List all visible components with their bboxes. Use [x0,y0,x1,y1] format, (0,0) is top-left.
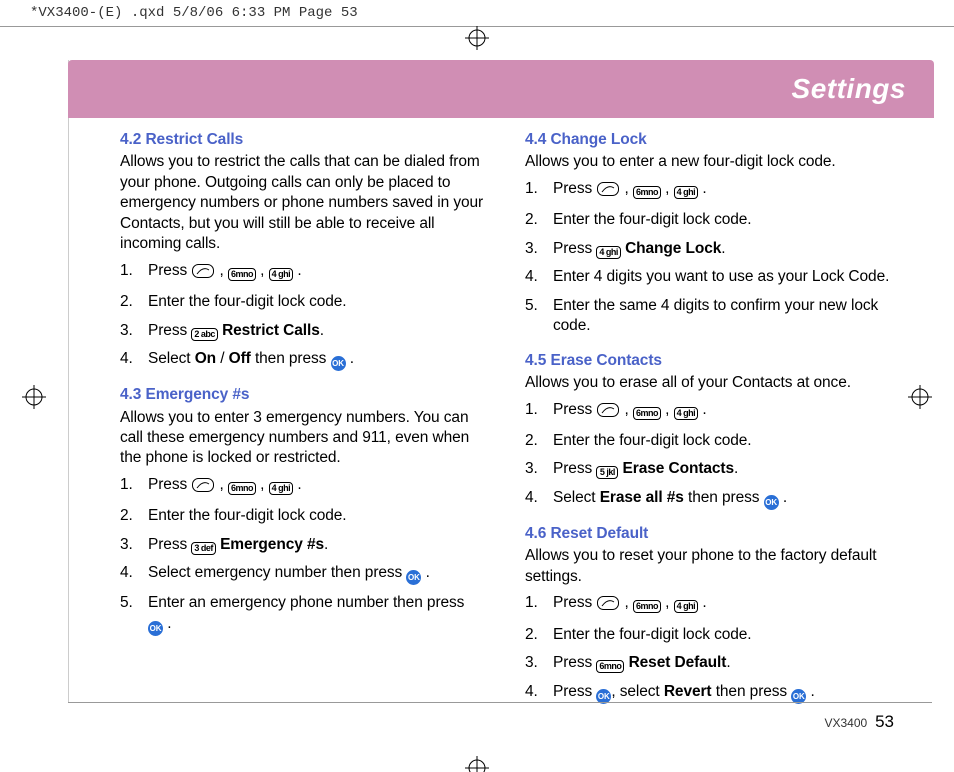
ok-key-icon: OK [764,495,779,510]
list-item: 5. Enter an emergency phone number then … [120,593,485,635]
steps-4-6: 1. Press , 6mno , 4 ghi . 2.Enter the fo… [525,593,890,703]
list-item: 4.Enter 4 digits you want to use as your… [525,267,890,287]
key-6-icon: 6mno [633,600,661,613]
key-4-icon: 4 ghi [674,186,699,199]
intro-4-3: Allows you to enter 3 emergency numbers.… [120,408,485,469]
list-item: 1. Press , 6mno , 4 ghi . [525,593,890,616]
key-4-icon: 4 ghi [674,407,699,420]
section-banner: Settings [68,60,934,118]
heading-4-6: 4.6 Reset Default [525,524,890,544]
heading-4-5: 4.5 Erase Contacts [525,351,890,371]
heading-4-2: 4.2 Restrict Calls [120,130,485,150]
list-item: 3. Press 2 abc Restrict Calls. [120,321,485,341]
menu-key-icon [597,403,619,423]
key-6-icon: 6mno [596,660,624,673]
list-item: 4. Select Erase all #s then press OK . [525,488,890,510]
list-item: 1. Press , 6mno , 4 ghi . [525,179,890,202]
list-item: 2.Enter the four-digit lock code. [120,506,485,526]
menu-key-icon [597,182,619,202]
key-5-icon: 5 jkl [596,466,618,479]
key-6-icon: 6mno [633,407,661,420]
page: *VX3400-(E) .qxd 5/8/06 6:33 PM Page 53 … [0,0,954,764]
list-item: 5.Enter the same 4 digits to confirm you… [525,296,890,337]
list-item: 1. Press , 6mno , 4 ghi . [120,261,485,284]
key-4-icon: 4 ghi [269,268,294,281]
right-column: 4.4 Change Lock Allows you to enter a ne… [525,130,890,718]
list-item: 3. Press 5 jkl Erase Contacts. [525,459,890,479]
list-item: 1. Press , 6mno , 4 ghi . [525,400,890,423]
menu-key-icon [192,264,214,284]
registration-mark-left-icon [22,385,46,409]
heading-4-3: 4.3 Emergency #s [120,385,485,405]
list-item: 4. Select emergency number then press OK… [120,563,485,585]
key-3-icon: 3 def [191,542,216,555]
key-4-icon: 4 ghi [269,482,294,495]
ok-key-icon: OK [406,570,421,585]
list-item: 2.Enter the four-digit lock code. [120,292,485,312]
footer-page-number: 53 [875,712,894,731]
list-item: 2.Enter the four-digit lock code. [525,431,890,451]
registration-mark-right-icon [908,385,932,409]
steps-4-4: 1. Press , 6mno , 4 ghi . 2.Enter the fo… [525,179,890,337]
key-6-icon: 6mno [633,186,661,199]
menu-key-icon [597,596,619,616]
key-6-icon: 6mno [228,482,256,495]
qxd-header: *VX3400-(E) .qxd 5/8/06 6:33 PM Page 53 [30,5,358,21]
menu-key-icon [192,478,214,498]
list-item: 3. Press 3 def Emergency #s. [120,535,485,555]
ok-key-icon: OK [148,621,163,636]
registration-mark-bottom-icon [465,756,489,772]
intro-4-2: Allows you to restrict the calls that ca… [120,152,485,254]
banner-title: Settings [792,73,906,105]
steps-4-2: 1. Press , 6mno , 4 ghi . 2.Enter the fo… [120,261,485,371]
ok-key-icon: OK [331,356,346,371]
left-column: 4.2 Restrict Calls Allows you to restric… [120,130,485,718]
list-item: 3. Press 6mno Reset Default. [525,653,890,673]
steps-4-5: 1. Press , 6mno , 4 ghi . 2.Enter the fo… [525,400,890,510]
list-item: 2.Enter the four-digit lock code. [525,625,890,645]
left-border [68,60,69,702]
intro-4-5: Allows you to erase all of your Contacts… [525,373,890,393]
registration-mark-top-icon [465,26,489,50]
steps-4-3: 1. Press , 6mno , 4 ghi . 2.Enter the fo… [120,475,485,636]
page-footer: VX3400 53 [824,712,894,732]
key-2-icon: 2 abc [191,328,218,341]
list-item: 2.Enter the four-digit lock code. [525,210,890,230]
intro-4-6: Allows you to reset your phone to the fa… [525,546,890,587]
list-item: 4. Select On / Off then press OK . [120,349,485,371]
list-item: 4. Press OK, select Revert then press OK… [525,682,890,704]
key-6-icon: 6mno [228,268,256,281]
intro-4-4: Allows you to enter a new four-digit loc… [525,152,890,172]
content-columns: 4.2 Restrict Calls Allows you to restric… [120,130,890,718]
list-item: 1. Press , 6mno , 4 ghi . [120,475,485,498]
footer-model: VX3400 [824,716,867,730]
key-4-icon: 4 ghi [596,246,621,259]
key-4-icon: 4 ghi [674,600,699,613]
bottom-rule [68,702,932,703]
list-item: 3. Press 4 ghi Change Lock. [525,239,890,259]
heading-4-4: 4.4 Change Lock [525,130,890,150]
